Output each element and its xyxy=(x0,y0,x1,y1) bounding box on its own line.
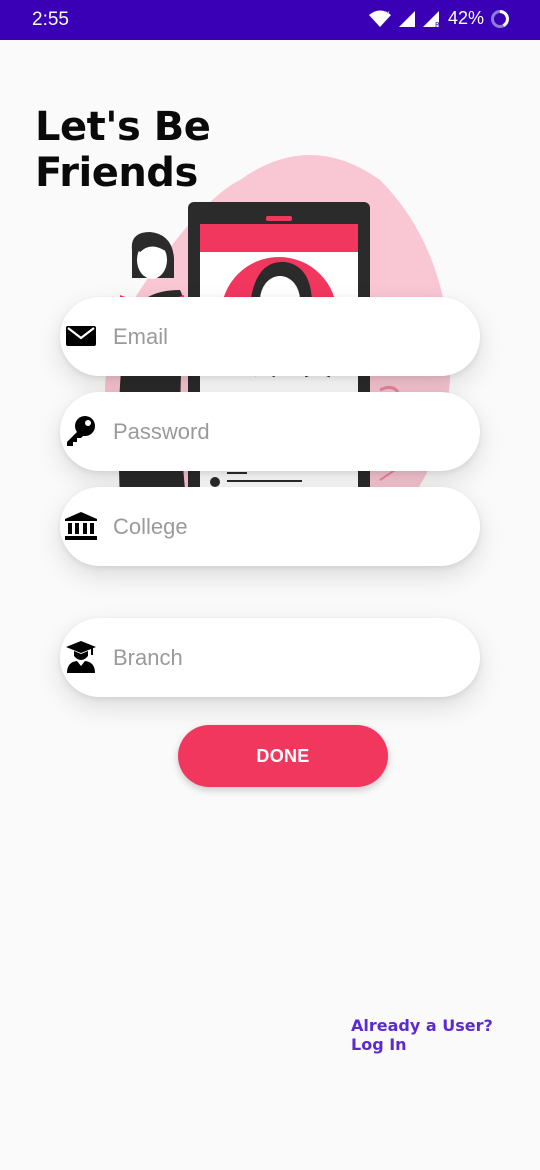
login-label: Log In xyxy=(351,1035,407,1054)
done-button[interactable]: DONE xyxy=(178,725,388,787)
bank-icon xyxy=(64,509,98,543)
wifi-icon: x xyxy=(368,9,391,27)
key-icon xyxy=(64,414,98,448)
login-link[interactable]: Already a User? Log In xyxy=(351,1016,493,1054)
college-field[interactable] xyxy=(60,487,480,566)
battery-percent: 42% xyxy=(447,8,484,28)
mail-icon xyxy=(64,319,98,353)
battery-icon xyxy=(491,9,509,28)
college-input[interactable] xyxy=(113,487,463,566)
svg-text:x: x xyxy=(385,9,390,18)
status-time: 2:55 xyxy=(32,9,69,30)
password-field[interactable] xyxy=(60,392,480,471)
password-input[interactable] xyxy=(113,392,463,471)
status-icons: x R 42% xyxy=(368,8,510,29)
status-bar: 2:55 x R 42% xyxy=(0,0,540,40)
svg-text:R: R xyxy=(435,21,440,28)
email-input[interactable] xyxy=(113,297,463,376)
email-field[interactable] xyxy=(60,297,480,376)
login-prompt: Already a User? xyxy=(351,1016,493,1035)
branch-input[interactable] xyxy=(113,618,463,697)
graduate-icon xyxy=(64,640,98,674)
signal-roaming-icon: R xyxy=(422,10,440,28)
signal-icon xyxy=(398,10,415,27)
branch-field[interactable] xyxy=(60,618,480,697)
